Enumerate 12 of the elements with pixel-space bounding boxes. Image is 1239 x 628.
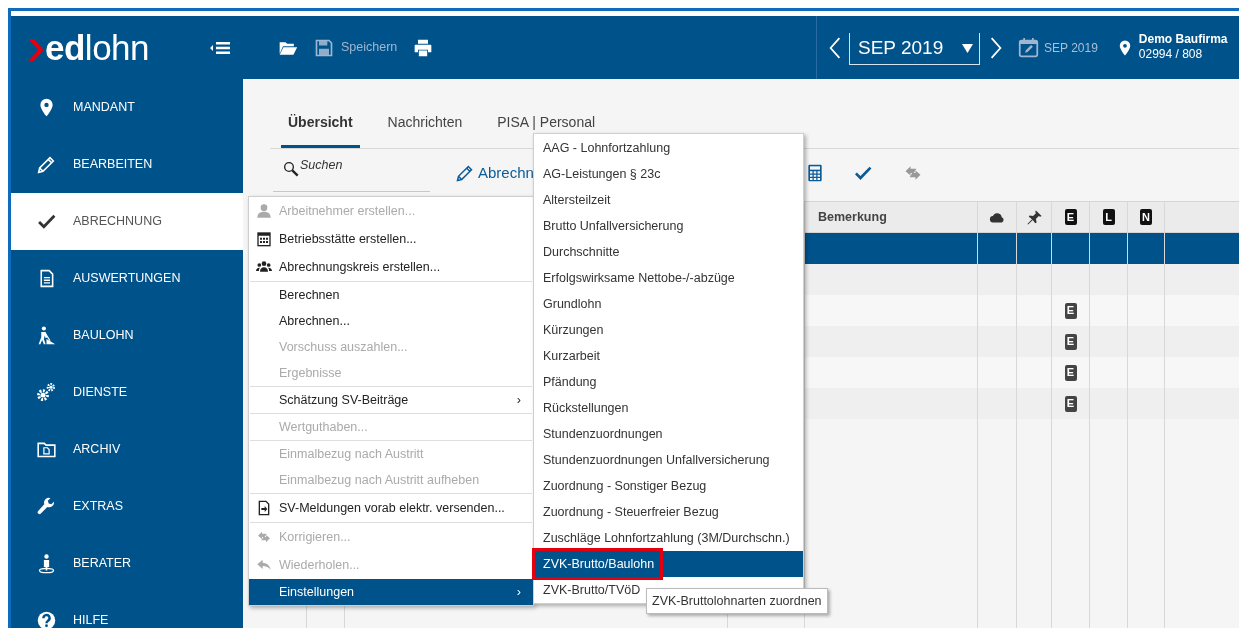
letter-badge-icon: L bbox=[1102, 209, 1115, 225]
client-number: 02994 / 808 bbox=[1138, 46, 1204, 62]
letter-badge-icon: E bbox=[1064, 302, 1077, 319]
letter-badge-icon: E bbox=[1064, 364, 1077, 381]
letter-badge-icon: E bbox=[1064, 395, 1077, 412]
app-logo: edlohn bbox=[45, 30, 150, 65]
letter-badge-icon: E bbox=[1064, 333, 1077, 350]
letter-badge-icon: N bbox=[1140, 209, 1152, 225]
tooltip: ZVK-Bruttolohnarten zuordnen bbox=[646, 588, 828, 614]
client-name: Demo Baufirma bbox=[1138, 31, 1228, 47]
booked-period: SEP 2019 bbox=[1044, 39, 1098, 57]
letter-badge-icon: E bbox=[1064, 209, 1077, 225]
